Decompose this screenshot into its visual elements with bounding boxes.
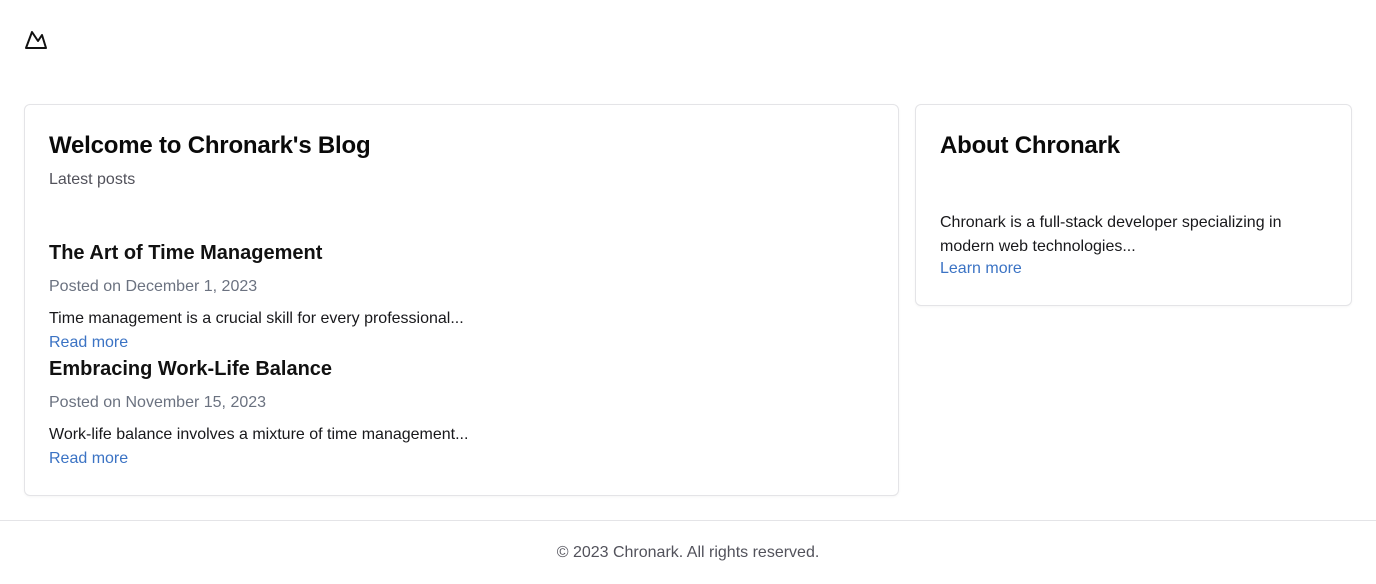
post-date: Posted on December 1, 2023 <box>49 278 258 295</box>
site-header <box>0 0 1376 80</box>
post-date: Posted on November 15, 2023 <box>49 394 267 411</box>
blog-card: Welcome to Chronark's Blog Latest posts … <box>24 104 899 496</box>
about-text: Chronark is a full-stack developer speci… <box>940 214 1282 255</box>
blog-title: Welcome to Chronark's Blog <box>49 132 371 159</box>
read-more-link[interactable]: Read more <box>49 450 128 468</box>
learn-more-link[interactable]: Learn more <box>940 260 1022 278</box>
post-title: The Art of Time Management <box>49 242 323 264</box>
post-excerpt: Time management is a crucial skill for e… <box>49 310 464 327</box>
site-footer: © 2023 Chronark. All rights reserved. <box>0 520 1376 584</box>
copyright-text: © 2023 Chronark. All rights reserved. <box>556 544 820 561</box>
post-excerpt: Work-life balance involves a mixture of … <box>49 426 469 443</box>
read-more-link[interactable]: Read more <box>49 334 128 352</box>
mountain-logo-icon[interactable] <box>24 29 48 51</box>
blog-subtitle: Latest posts <box>49 171 136 188</box>
post-title: Embracing Work-Life Balance <box>49 358 333 380</box>
about-card: About Chronark Chronark is a full-stack … <box>915 104 1352 306</box>
about-title: About Chronark <box>940 132 1120 159</box>
